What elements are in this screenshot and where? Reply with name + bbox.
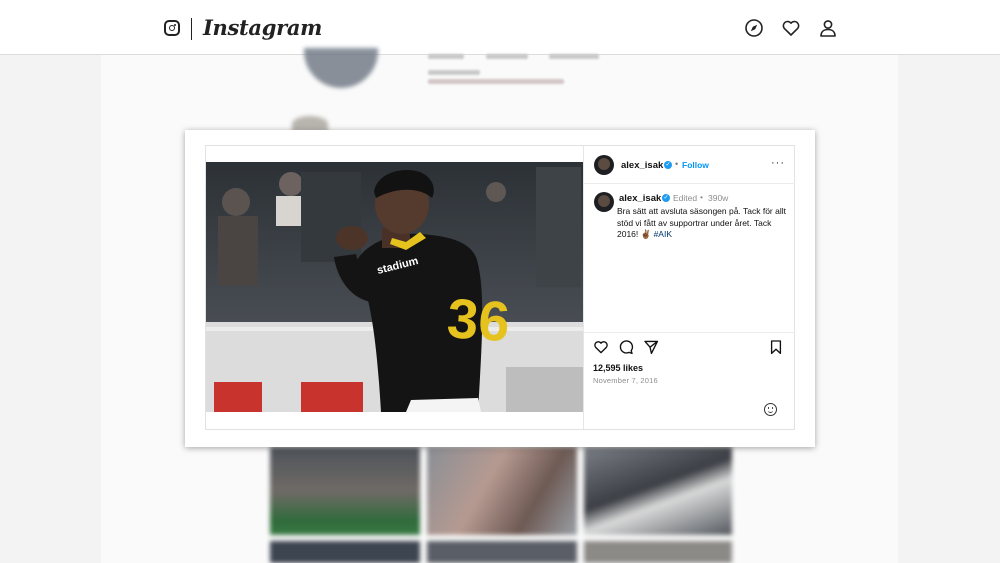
post-sidebar: alex_isak ✓ • Follow ··· alex_isak ✓ Edi… [583,146,795,429]
post-age[interactable]: 390w [708,193,728,203]
like-heart-icon[interactable] [593,339,609,355]
profile-bio-blurred [428,70,480,75]
separator-dot: • [675,159,679,169]
grid-post-thumbnail[interactable] [270,447,420,535]
caption-text: Bra sätt att avsluta säsongen på. Tack f… [617,206,786,239]
grid-post-thumbnail[interactable] [584,541,732,563]
compass-icon[interactable] [744,18,764,38]
post-caption: Bra sätt att avsluta säsongen på. Tack f… [617,206,787,241]
instagram-wordmark[interactable]: Instagram [203,15,322,40]
profile-post-grid [270,447,732,563]
profile-icon[interactable] [818,18,838,38]
emoji-smiley-icon[interactable] [764,403,777,416]
grid-post-thumbnail[interactable] [270,541,420,563]
author-avatar[interactable] [594,155,614,175]
more-options-button[interactable]: ··· [771,157,785,169]
separator-dot: • [700,192,703,202]
post-date: November 7, 2016 [593,376,658,385]
edited-label: Edited [673,193,698,203]
verified-badge-icon: ✓ [662,194,670,202]
post-header: alex_isak ✓ • Follow ··· [584,146,795,184]
post-actions-section: 12,595 likes November 7, 2016 [584,332,795,430]
grid-post-thumbnail[interactable] [427,541,577,563]
jersey-number-text: 36 [445,286,512,353]
caption-author-avatar[interactable] [594,192,614,212]
caption-username[interactable]: alex_isak [619,193,661,204]
profile-bio-blurred [428,79,564,84]
hashtag-link[interactable]: #AIK [654,229,672,239]
grid-post-thumbnail[interactable] [427,447,577,535]
logo-divider [191,18,192,40]
follow-button[interactable]: Follow [682,160,709,170]
save-bookmark-icon[interactable] [768,339,784,355]
top-navigation-bar: Instagram [0,0,1000,55]
profile-stat-blurred [549,54,599,59]
player-photo-illustration: stadium 36 [206,162,583,412]
heart-icon[interactable] [781,18,801,38]
post-embed: stadium 36 alex_isak ✓ • Follow ··· alex… [205,145,795,430]
profile-stat-blurred [428,54,464,59]
grid-post-thumbnail[interactable] [584,447,732,535]
share-icon[interactable] [643,339,659,355]
verified-badge-icon: ✓ [664,161,672,169]
likes-count[interactable]: 12,595 likes [593,363,643,373]
profile-stat-blurred [486,54,528,59]
post-photo[interactable]: stadium 36 [206,162,583,412]
author-username[interactable]: alex_isak [621,160,663,171]
post-modal: stadium 36 alex_isak ✓ • Follow ··· alex… [185,130,815,447]
comment-icon[interactable] [618,339,634,355]
instagram-glyph-icon[interactable] [164,20,180,36]
